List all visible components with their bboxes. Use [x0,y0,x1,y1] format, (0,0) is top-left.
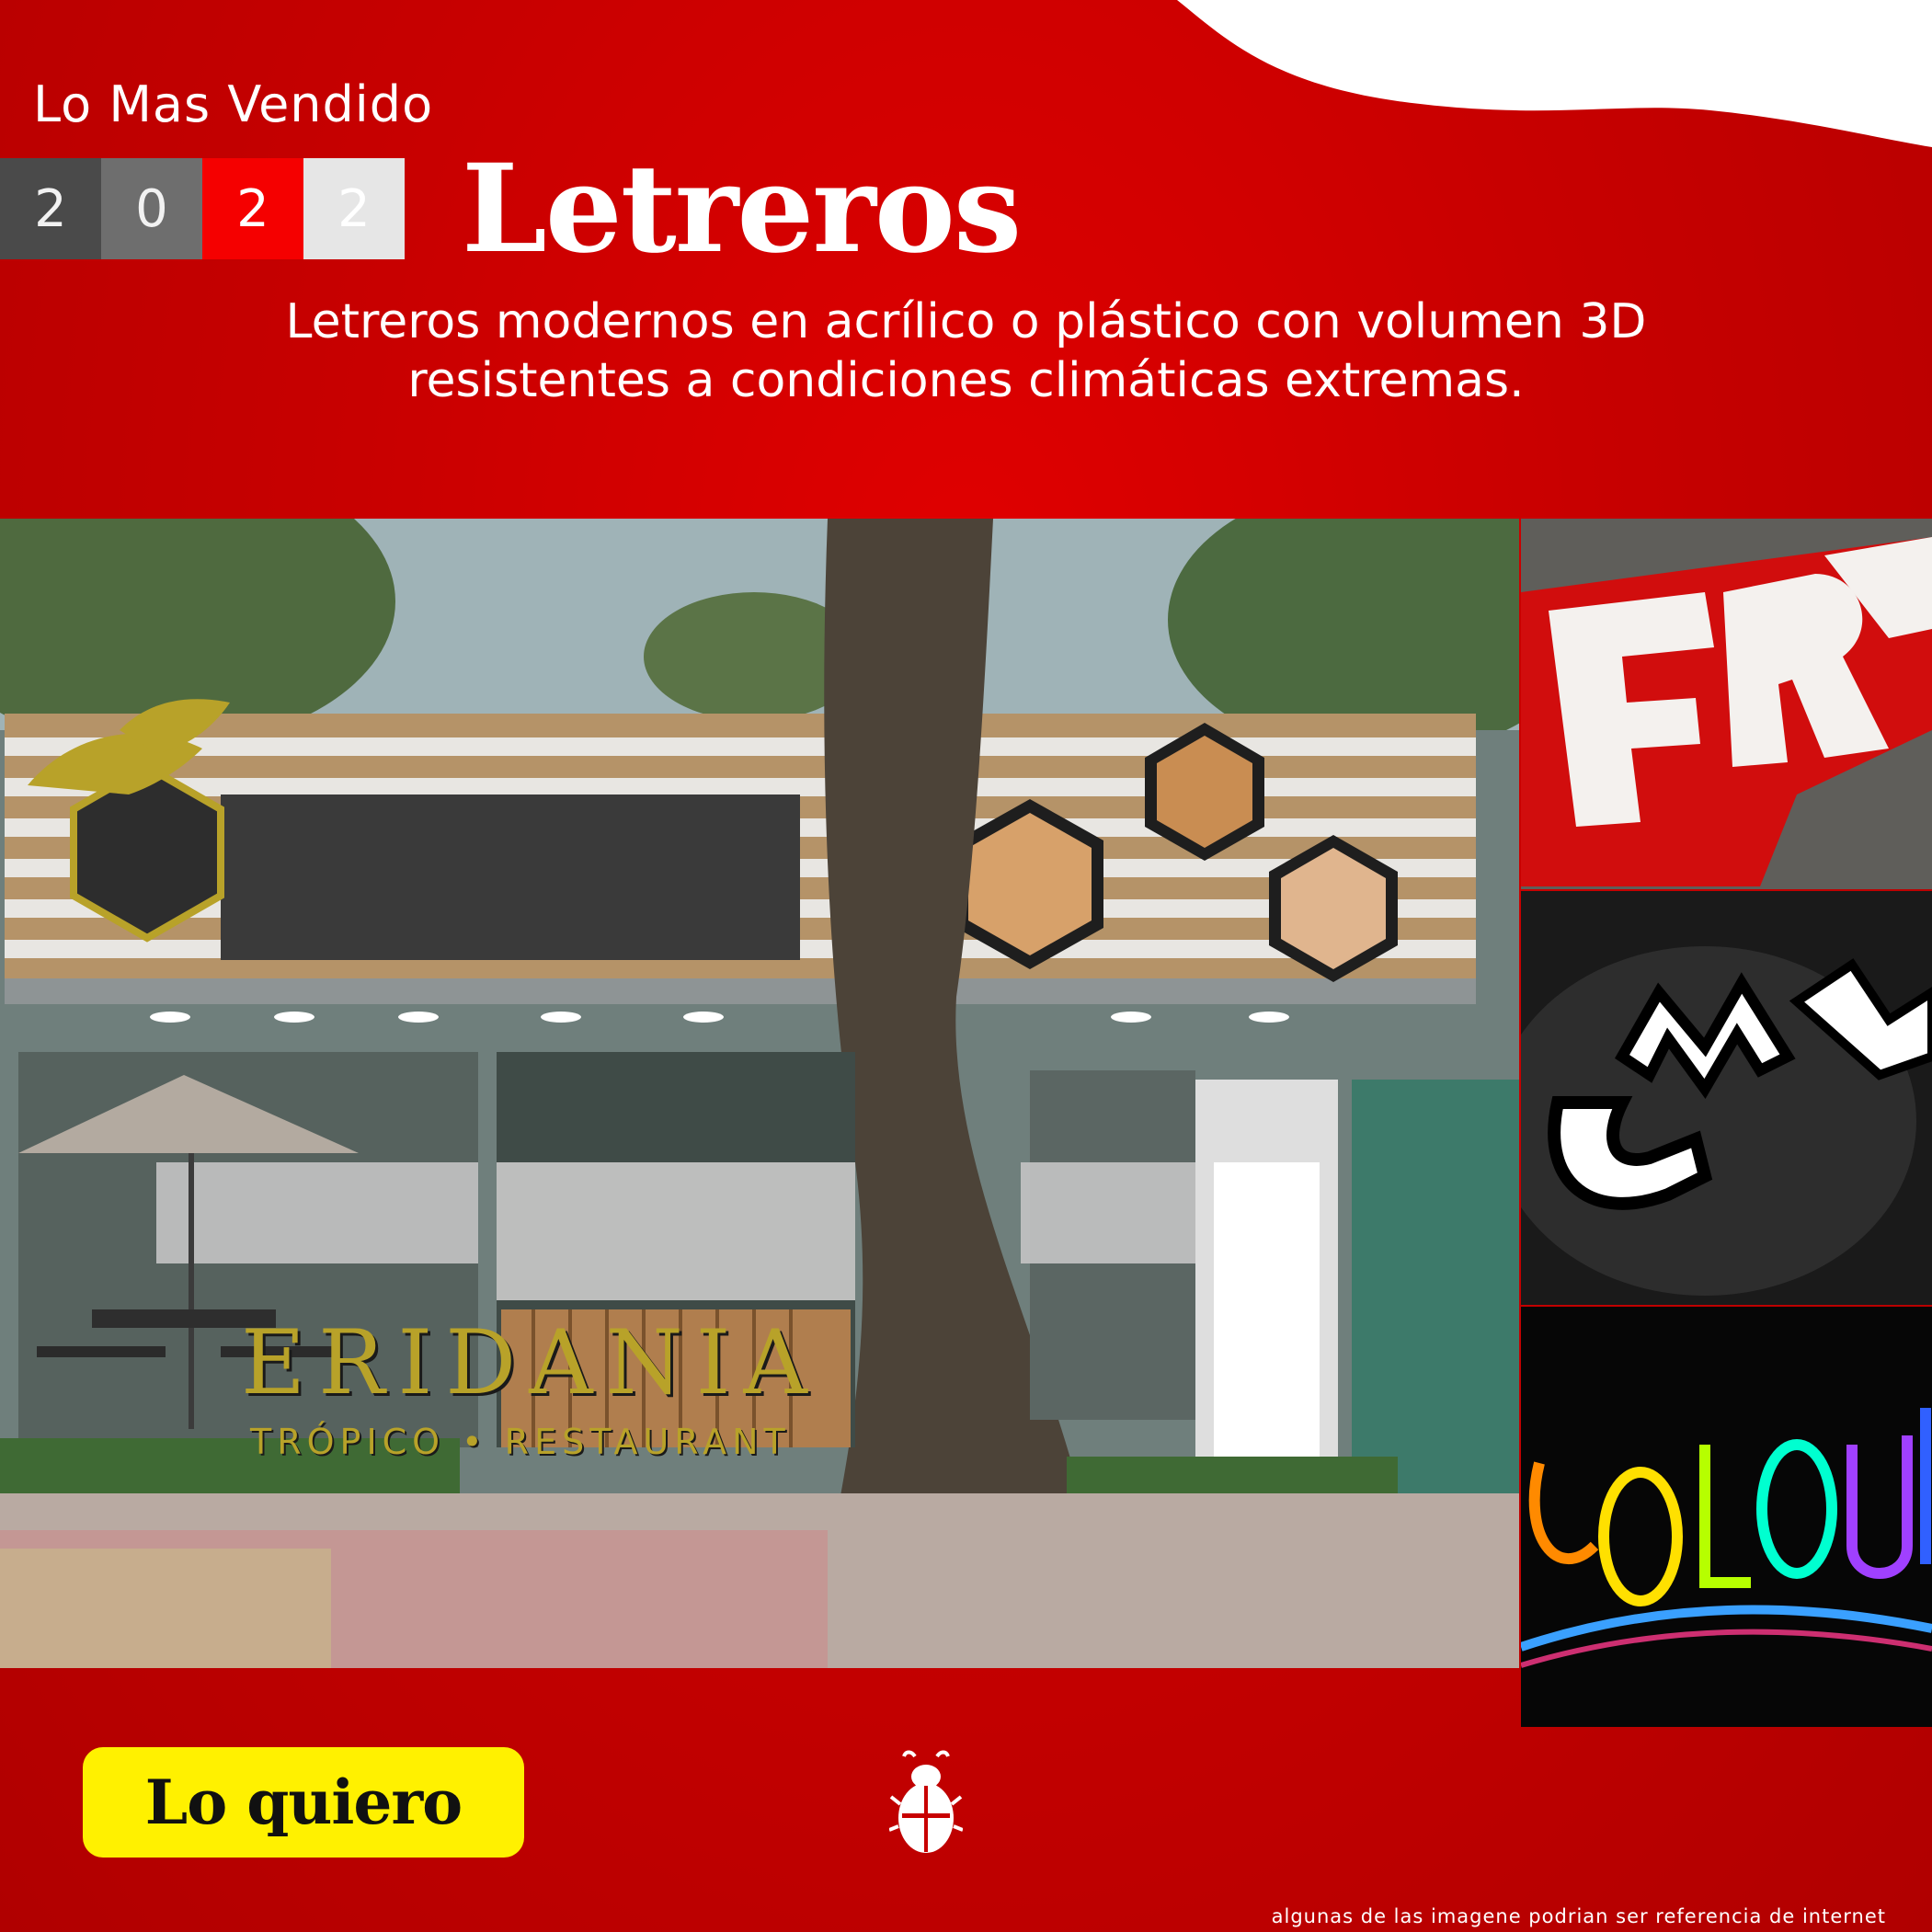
cta-button[interactable]: Lo quiero [83,1747,524,1858]
year-digit: 2 [0,158,101,259]
page-title: Letreros [462,138,1022,280]
disclaimer-text: algunas de las imagene podrian ser refer… [1271,1905,1886,1927]
promo-page: Lo Mas Vendido 2 0 2 2 Letreros Letreros… [0,0,1932,1932]
page-subtitle: Letreros modernos en acrílico o plástico… [0,292,1932,410]
storefront-photo: ERIDANIA TRÓPICO • RESTAURANT [0,519,1519,1668]
subtitle-line: Letreros modernos en acrílico o plástico… [285,294,1647,349]
year-digit: 2 [202,158,303,259]
backlit-letters-photo [1521,891,1932,1305]
subtitle-line: resistentes a condiciones climáticas ext… [407,353,1525,408]
year-badge: 2 0 2 2 [0,158,405,259]
storefront-illustration [0,519,1519,1668]
backlit-letters-illustration [1521,891,1932,1305]
sign-subtitle: TRÓPICO • RESTAURANT [250,1422,791,1462]
sign-name: ERIDANIA [241,1311,820,1414]
acrylic-letters-photo [1521,519,1932,889]
kicker-label: Lo Mas Vendido [33,75,434,133]
rgb-letters-photo [1521,1307,1932,1727]
acrylic-letters-illustration [1521,519,1932,889]
year-digit: 0 [101,158,202,259]
year-digit: 2 [303,158,405,259]
rgb-letters-illustration [1521,1307,1932,1727]
beetle-icon [889,1750,963,1853]
